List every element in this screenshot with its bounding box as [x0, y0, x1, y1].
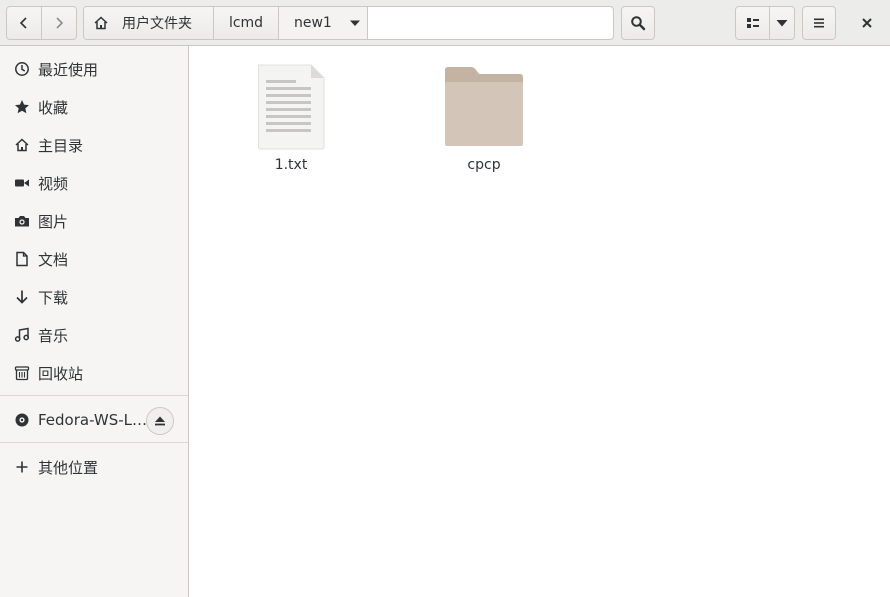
- file-name: 1.txt: [274, 157, 308, 173]
- breadcrumb-lcmd[interactable]: lcmd: [214, 7, 279, 39]
- header-bar: 用户文件夹 lcmd new1: [0, 0, 890, 46]
- download-icon: [16, 290, 28, 304]
- close-icon: [862, 18, 872, 28]
- text-file-icon: [258, 64, 325, 150]
- search-icon: [631, 16, 646, 31]
- sidebar-item-starred[interactable]: 收藏: [0, 90, 188, 124]
- hamburger-menu-icon: [814, 18, 824, 28]
- camera-icon: [15, 216, 29, 227]
- sidebar-item-trash[interactable]: 回收站: [0, 356, 188, 390]
- chevron-down-icon: [776, 20, 788, 27]
- sidebar-item-pictures[interactable]: 图片: [0, 204, 188, 238]
- trash-icon: [14, 366, 30, 381]
- sidebar-item-music[interactable]: 音乐: [0, 318, 188, 352]
- sidebar-item-documents[interactable]: 文档: [0, 242, 188, 276]
- forward-button[interactable]: [41, 6, 77, 40]
- breadcrumb-home[interactable]: 用户文件夹: [84, 7, 214, 39]
- breadcrumb-label: 用户文件夹: [122, 16, 192, 32]
- plus-icon: [16, 461, 28, 473]
- sidebar-separator: [0, 442, 188, 443]
- sidebar-item-label: 回收站: [38, 364, 84, 383]
- music-icon: [14, 327, 30, 342]
- chevron-right-icon: [56, 17, 64, 29]
- eject-icon: [155, 416, 165, 426]
- recent-icon: [15, 62, 29, 76]
- sidebar: 最近使用 收藏 主目录 视频 图片 文档 下载 音乐 回收站 Fedora-WS…: [0, 46, 189, 597]
- star-icon: [15, 100, 29, 114]
- sidebar-item-label: 音乐: [38, 326, 69, 345]
- search-button[interactable]: [621, 6, 655, 40]
- home-icon: [15, 138, 29, 152]
- folder-item[interactable]: cpcp: [424, 66, 544, 176]
- sidebar-item-other-locations[interactable]: 其他位置: [0, 450, 188, 484]
- sidebar-item-downloads[interactable]: 下载: [0, 280, 188, 314]
- sidebar-item-videos[interactable]: 视频: [0, 166, 188, 200]
- sidebar-separator: [0, 395, 188, 396]
- file-view: 1.txt cpcp: [189, 46, 890, 597]
- breadcrumb-new1[interactable]: new1: [279, 7, 368, 39]
- folder-name: cpcp: [467, 157, 501, 173]
- sidebar-item-home[interactable]: 主目录: [0, 128, 188, 162]
- sidebar-item-label: 视频: [38, 174, 69, 193]
- main-menu-button[interactable]: [802, 6, 836, 40]
- sidebar-item-label: 图片: [38, 212, 69, 231]
- chevron-left-icon: [19, 17, 27, 29]
- breadcrumb-label: new1: [294, 15, 332, 31]
- breadcrumb-label: lcmd: [228, 15, 264, 31]
- sidebar-item-label: 主目录: [38, 136, 84, 155]
- disc-icon: [15, 413, 29, 427]
- back-button[interactable]: [6, 6, 42, 40]
- home-icon: [94, 16, 108, 30]
- sidebar-item-label: 收藏: [38, 98, 69, 117]
- folder-icon: [445, 67, 523, 146]
- sidebar-item-label: 最近使用: [38, 60, 99, 79]
- close-window-button[interactable]: [850, 6, 884, 40]
- document-icon: [16, 251, 28, 267]
- view-options-button[interactable]: [769, 6, 795, 40]
- path-bar: 用户文件夹 lcmd new1: [83, 6, 614, 40]
- sidebar-item-recent[interactable]: 最近使用: [0, 52, 188, 86]
- dropdown-arrow-icon: [349, 20, 360, 26]
- sidebar-item-label: 文档: [38, 250, 69, 269]
- sidebar-item-label: 下载: [38, 288, 69, 307]
- file-item[interactable]: 1.txt: [231, 64, 351, 176]
- sidebar-item-label: 其他位置: [38, 458, 99, 477]
- sidebar-item-label: Fedora-WS-L…: [38, 411, 148, 429]
- list-view-icon: [746, 18, 759, 28]
- video-icon: [15, 179, 29, 187]
- view-toggle-button[interactable]: [735, 6, 770, 40]
- eject-button[interactable]: [146, 407, 174, 435]
